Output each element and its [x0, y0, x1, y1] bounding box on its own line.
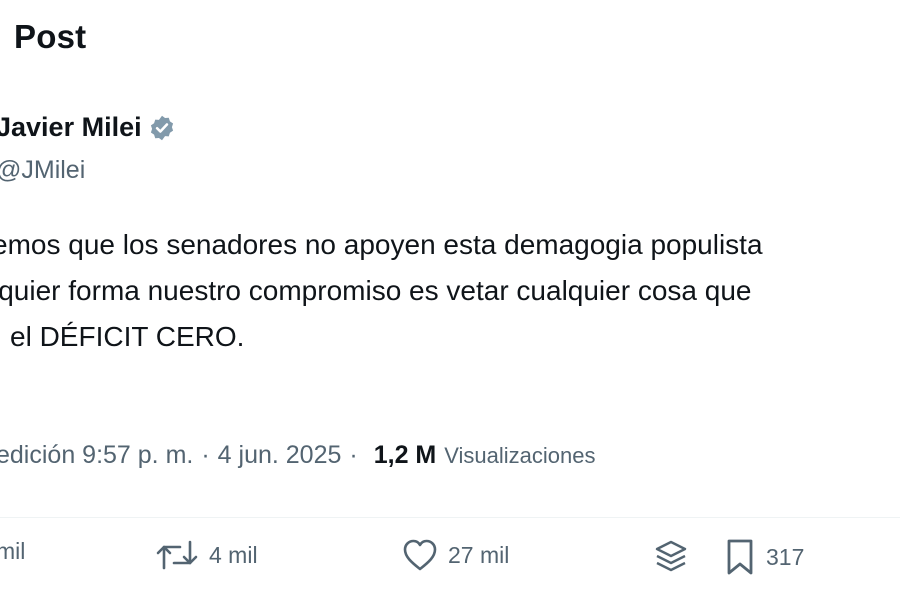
- post-text-line: lquier forma nuestro compromiso es vetar…: [0, 275, 752, 306]
- like-count: 27 mil: [448, 541, 510, 568]
- views-button[interactable]: [652, 538, 690, 576]
- heart-icon: [402, 538, 438, 572]
- views-count: 1,2 M: [373, 441, 437, 469]
- meta-separator: ·: [201, 441, 210, 469]
- post-text-line: emos que los senadores no apoyen esta de…: [0, 229, 763, 260]
- author-handle[interactable]: @JMilei: [0, 156, 85, 185]
- bookmark-count: 317: [766, 543, 805, 570]
- divider: [0, 517, 900, 518]
- post-text-line: el DÉFICIT CERO.: [10, 321, 245, 352]
- post-text: emos que los senadores no apoyen esta de…: [0, 222, 900, 360]
- repost-button[interactable]: 4 mil: [155, 538, 258, 572]
- bookmark-button[interactable]: 317: [724, 538, 804, 576]
- page-title: Post: [14, 18, 87, 55]
- stack-icon: [652, 538, 690, 576]
- author-name[interactable]: Javier Milei: [0, 112, 142, 143]
- author-row: Javier Milei: [0, 112, 176, 143]
- post-meta: edición 9:57 p. m. · 4 jun. 2025 · 1,2 M…: [0, 441, 596, 470]
- like-button[interactable]: 27 mil: [402, 538, 509, 572]
- reply-button[interactable]: mil: [0, 538, 25, 565]
- post-date[interactable]: 4 jun. 2025: [218, 441, 342, 470]
- views-label: Visualizaciones: [444, 442, 596, 468]
- meta-separator: ·: [349, 441, 358, 469]
- verified-badge-icon[interactable]: [148, 114, 176, 142]
- repost-count: 4 mil: [209, 541, 258, 568]
- reply-count: mil: [0, 538, 26, 564]
- post-time[interactable]: edición 9:57 p. m.: [0, 441, 193, 470]
- bookmark-icon: [724, 538, 756, 576]
- repost-icon: [155, 538, 199, 572]
